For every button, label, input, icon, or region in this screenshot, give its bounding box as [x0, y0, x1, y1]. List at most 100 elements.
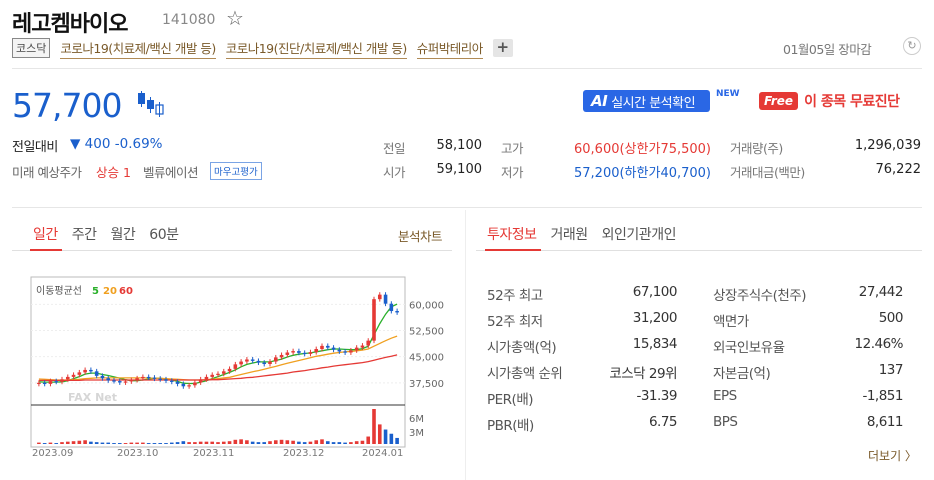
favorite-star-icon[interactable]: ☆ — [226, 6, 244, 30]
market-tag: 코스닥 — [12, 38, 51, 58]
theme-tag-covid-treatment[interactable]: 코로나19(치료제/백신 개발 등) — [60, 38, 216, 59]
analysis-chart-link[interactable]: 분석차트 — [398, 226, 443, 245]
candle-body — [187, 385, 191, 387]
volume-bar — [221, 441, 226, 444]
invest-left-value: 67,100 — [632, 284, 678, 300]
tab-60min[interactable]: 60분 — [149, 224, 179, 244]
valuation-button[interactable]: 마우고평가 — [210, 162, 262, 180]
tab-invest-info[interactable]: 투자정보 — [487, 224, 537, 244]
ai-analysis-button[interactable]: AI 실시간 분석확인 — [583, 90, 710, 112]
volume-bar — [181, 441, 186, 444]
market-date: 01월05일 장마감 — [783, 42, 872, 57]
volume-bar — [37, 442, 41, 444]
refresh-icon[interactable]: ↻ — [903, 37, 921, 55]
candle-body — [37, 382, 41, 385]
tab-investor-type[interactable]: 외인기관개인 — [602, 224, 677, 244]
candle-body — [245, 359, 249, 362]
chart-period-tabs: 일간 주간 월간 60분 — [33, 224, 179, 244]
volume-bar — [204, 441, 209, 444]
volume-tick-3m: 3M — [409, 428, 424, 439]
volume-bar — [302, 442, 307, 444]
volume-bar — [158, 443, 163, 444]
candle-body — [268, 361, 272, 365]
price-chart[interactable]: 이동평균선 5 20 60 FAX Net 60,000 52,500 45,000… — [30, 276, 446, 458]
x-axis-label: 2023.12 — [283, 448, 324, 458]
chart-frame — [30, 276, 406, 448]
candle-body — [262, 362, 267, 365]
free-diagnosis-link[interactable]: Free 이 종목 무료진단 — [759, 91, 900, 111]
invest-right-label: 자본금(억) — [713, 366, 771, 382]
candle-body — [123, 381, 128, 383]
candle-body — [314, 349, 319, 353]
invest-right-label: EPS — [713, 388, 737, 404]
volume-bar — [77, 440, 82, 444]
volume-bar — [175, 442, 180, 444]
candle-body — [325, 345, 330, 348]
change-label: 전일대비 — [12, 140, 58, 155]
valuation-label: 벨류에이션 — [143, 165, 199, 180]
invest-right-value: 27,442 — [858, 284, 904, 300]
volume-bar — [377, 424, 382, 444]
volume-bar — [146, 443, 151, 444]
volume-bar — [337, 442, 342, 444]
tab-broker[interactable]: 거래원 — [551, 224, 589, 244]
candle-body — [233, 364, 238, 369]
volume-bar — [372, 409, 376, 444]
predicted-price-value[interactable]: 상승 1 — [96, 162, 131, 181]
candle-body — [204, 376, 209, 380]
stock-name: 레고켐바이오 — [12, 12, 128, 37]
candle-body — [210, 374, 215, 377]
tab-daily[interactable]: 일간 — [33, 224, 58, 244]
open-value: 59,100 — [436, 162, 483, 177]
candle-body — [77, 372, 82, 375]
x-axis-label: 2023.11 — [193, 448, 234, 458]
candle-body — [198, 379, 203, 383]
tab-monthly[interactable]: 월간 — [111, 224, 136, 244]
volume-bar — [366, 436, 371, 444]
theme-tag-superbacteria[interactable]: 슈퍼박테리아 — [416, 38, 483, 59]
invest-left-value: 코스닥 29위 — [609, 366, 677, 382]
prev-close-value: 58,100 — [436, 138, 483, 153]
invest-left-label: 시가총액(억) — [487, 340, 557, 356]
chart-tab-underline — [12, 250, 452, 251]
candle-body — [320, 345, 324, 350]
volume-bar — [129, 442, 134, 444]
volume-bar — [256, 442, 261, 444]
candle-body — [343, 351, 347, 353]
amount-value: 76,222 — [875, 162, 922, 177]
volume-bar — [308, 441, 313, 444]
candle-body — [377, 294, 382, 300]
more-link[interactable]: 더보기 〉 — [868, 447, 917, 464]
invest-right-label: 상장주식수(천주) — [713, 288, 806, 304]
amount-label: 거래대금(백만) — [730, 165, 805, 180]
candle-body — [71, 374, 76, 377]
volume-bar — [314, 440, 319, 444]
volume-bar — [383, 429, 388, 444]
candle-chart-icon[interactable] — [136, 91, 166, 119]
add-theme-button[interactable]: + — [492, 39, 513, 57]
tab-weekly[interactable]: 주간 — [72, 224, 97, 244]
section-divider — [12, 207, 922, 208]
theme-tag-covid-diagnosis[interactable]: 코로나19(진단/치료제/백신 개발 등) — [225, 38, 407, 59]
chart-tab-active-indicator — [30, 249, 62, 251]
x-axis-label: 2024.01 — [362, 448, 403, 458]
volume-bar — [227, 441, 232, 444]
legend-title: 이동평균선 — [36, 285, 82, 297]
candle-body — [308, 352, 313, 354]
predicted-price-label: 미래 예상주가 — [12, 165, 82, 180]
ai-label: 실시간 분석확인 — [611, 95, 696, 111]
candle-body — [152, 377, 157, 379]
volume-bar — [273, 440, 278, 444]
volume-bar — [112, 443, 116, 444]
candle-body — [169, 380, 174, 382]
candle-body — [273, 357, 278, 362]
candle-body — [250, 359, 255, 361]
volume-bar — [268, 441, 272, 444]
new-badge: NEW — [716, 89, 740, 99]
tag-row: 코스닥 코로나19(치료제/백신 개발 등) 코로나19(진단/치료제/백신 개… — [12, 38, 513, 59]
volume-bar — [83, 440, 87, 444]
volume-bar — [331, 442, 336, 444]
candle-body — [221, 371, 226, 374]
volume-bar — [297, 441, 301, 444]
volume-bar — [106, 442, 111, 444]
